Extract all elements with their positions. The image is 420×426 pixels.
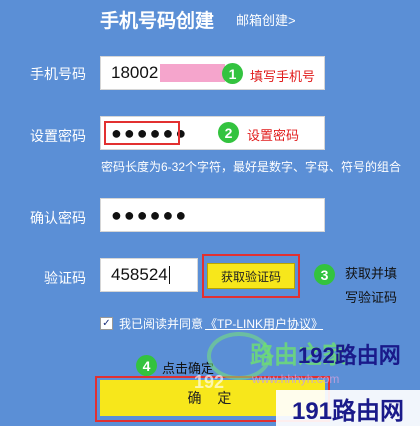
watermark-192-small: 192	[194, 372, 225, 392]
step3-annotation-line2: 写验证码	[345, 290, 398, 305]
page-title: 手机号码创建	[100, 11, 215, 32]
phone-label: 手机号码	[30, 66, 86, 82]
step2-annotation: 设置密码	[247, 128, 300, 143]
confirm-password-value: ●●●●●●	[111, 204, 189, 225]
text-cursor	[168, 266, 170, 284]
code-value: 458524	[111, 265, 168, 284]
code-label: 验证码	[44, 270, 86, 286]
code-input[interactable]: 458524	[100, 258, 198, 292]
agreement-row: ✓ 我已阅读并同意 《TP-LINK用户协议》	[100, 315, 323, 332]
phone-value: 18002	[111, 63, 159, 82]
step2-badge: 2	[218, 122, 239, 143]
get-code-button[interactable]: 获取验证码	[207, 263, 295, 289]
confirm-password-input[interactable]: ●●●●●●	[100, 198, 325, 232]
user-agreement-link[interactable]: 《TP-LINK用户协议》	[205, 315, 323, 332]
watermark-191luyouwang: 191路由网	[276, 390, 420, 426]
step4-badge: 4	[136, 355, 157, 376]
agree-text: 我已阅读并同意	[119, 317, 204, 331]
watermark-url: www.hhhyh.com	[252, 372, 340, 386]
step1-badge: 1	[222, 63, 243, 84]
confirm-password-label: 确认密码	[30, 210, 86, 226]
agree-checkbox[interactable]: ✓	[100, 317, 113, 330]
email-create-link[interactable]: 邮箱创建>	[236, 10, 296, 29]
step3-badge: 3	[314, 264, 335, 285]
password-hint: 密码长度为6-32个字符，最好是数字、字母、符号的组合	[101, 160, 402, 174]
watermark-192luyouwang: 192路由网	[298, 343, 401, 368]
password-highlight-frame	[104, 121, 180, 145]
step3-annotation-line1: 获取并填	[345, 266, 398, 281]
step1-annotation: 填写手机号	[250, 69, 316, 84]
redaction-bar	[160, 64, 226, 82]
password-label: 设置密码	[30, 128, 86, 144]
